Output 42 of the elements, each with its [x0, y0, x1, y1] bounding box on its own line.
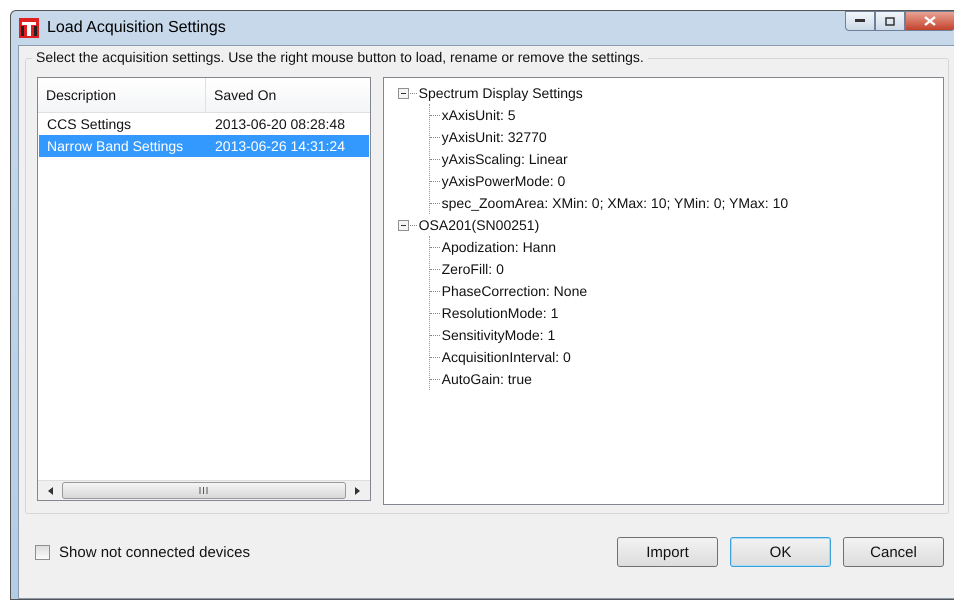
table-cell-text: 2013-06-20 08:28:48: [214, 116, 345, 132]
checkbox[interactable]: [35, 544, 50, 560]
close-icon: [924, 16, 936, 26]
dialog-button[interactable]: Import: [617, 537, 718, 567]
horizontal-scrollbar[interactable]: [38, 480, 370, 500]
tree-item[interactable]: AcquisitionInterval: 0: [442, 349, 571, 365]
checkbox-label[interactable]: Show not connected devices: [59, 544, 250, 560]
dialog-button[interactable]: Cancel: [843, 537, 944, 567]
table-cell-text: CCS Settings: [46, 116, 132, 132]
tree-item[interactable]: yAxisScaling: Linear: [442, 151, 568, 167]
tree-item[interactable]: PhaseCorrection: None: [442, 283, 588, 299]
tree-item[interactable]: ResolutionMode: 1: [442, 305, 558, 321]
tree-node[interactable]: Spectrum Display Settings: [418, 85, 583, 101]
minimize-icon: [855, 19, 865, 23]
close-button[interactable]: [905, 11, 954, 31]
maximize-button[interactable]: [875, 11, 905, 31]
app-icon: [19, 18, 39, 38]
tree-item[interactable]: yAxisPowerMode: 0: [442, 173, 566, 189]
instructions-text: Select the acquisition settings. Use the right mouse button to load, rename or remove the settings.: [32, 49, 648, 65]
table-cell-text: 2013-06-26 14:31:24: [214, 138, 345, 154]
collapse-icon[interactable]: [398, 220, 409, 230]
tree-item[interactable]: yAxisUnit: 32770: [442, 129, 547, 145]
scroll-thumb[interactable]: [62, 482, 346, 499]
minimize-button[interactable]: [845, 11, 875, 31]
collapse-icon[interactable]: [398, 88, 409, 98]
table-cell-text: Narrow Band Settings: [46, 138, 184, 154]
column-header[interactable]: Saved On: [206, 78, 370, 112]
tree-item[interactable]: xAxisUnit: 5: [442, 107, 516, 123]
scroll-right-icon: [354, 486, 360, 494]
tree-item[interactable]: Apodization: Hann: [442, 239, 556, 255]
dialog-button[interactable]: OK: [730, 537, 831, 567]
tree-item[interactable]: AutoGain: true: [442, 371, 532, 387]
tree-item[interactable]: ZeroFill: 0: [442, 261, 504, 277]
grip-icon: [199, 487, 208, 494]
scroll-left-icon: [48, 486, 54, 494]
list-row[interactable]: CCS Settings 2013-06-20 08:28:48: [39, 113, 369, 135]
tree-item[interactable]: spec_ZoomArea: XMin: 0; XMax: 10; YMin: 0; YMax: 10: [442, 195, 788, 211]
tree-node[interactable]: OSA201(SN00251): [418, 217, 540, 233]
maximize-icon: [885, 16, 895, 26]
tree-item[interactable]: SensitivityMode: 1: [442, 327, 556, 343]
column-header[interactable]: Description: [38, 78, 206, 112]
window-title: Load Acquisition Settings: [47, 19, 226, 37]
